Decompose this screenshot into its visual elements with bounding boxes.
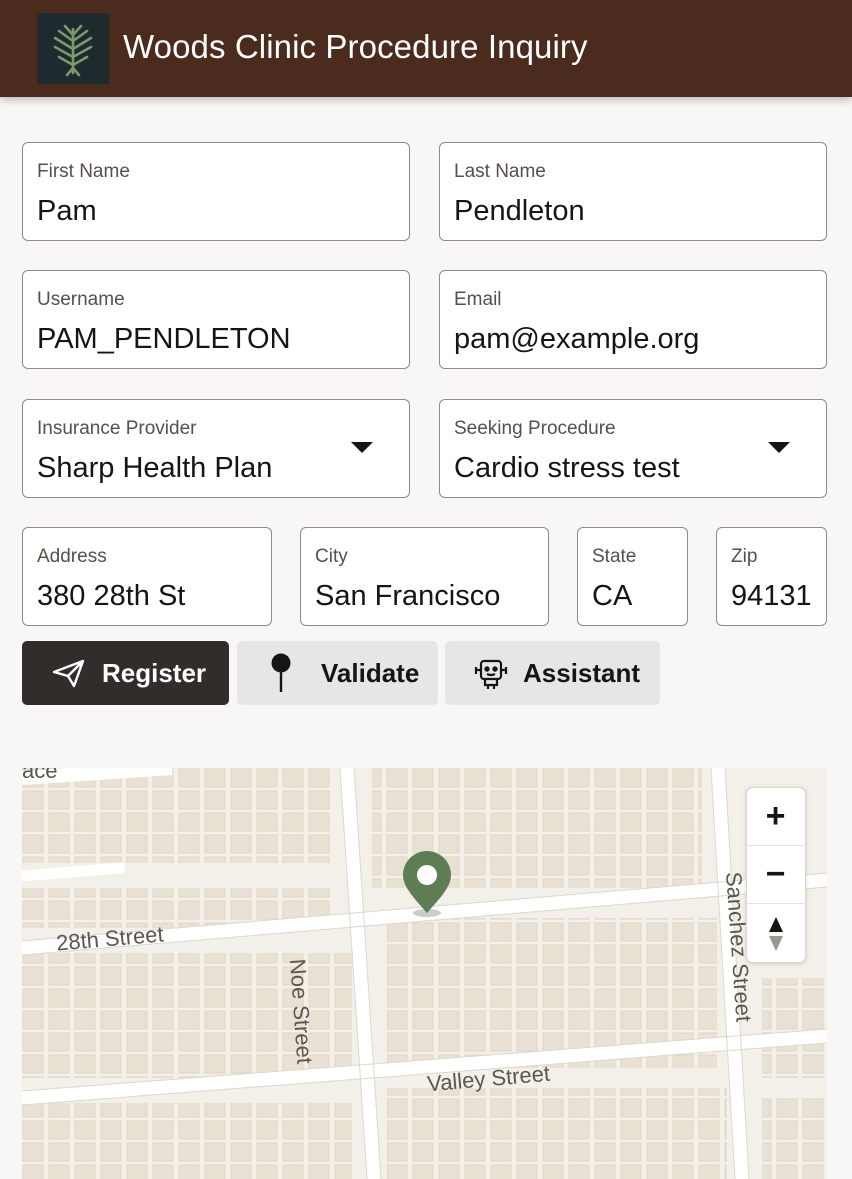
assistant-label: Assistant xyxy=(523,657,641,688)
city-field[interactable]: City San Francisco xyxy=(300,527,549,626)
app-header: Woods Clinic Procedure Inquiry xyxy=(0,0,852,97)
insurance-provider-select[interactable]: Insurance Provider Sharp Health Plan xyxy=(22,399,410,498)
robot-icon xyxy=(473,655,509,691)
compass-icon[interactable] xyxy=(747,905,804,963)
last-name-field[interactable]: Last Name Pendleton xyxy=(439,142,827,241)
register-button[interactable]: Register xyxy=(22,641,229,705)
username-label: Username xyxy=(37,289,125,310)
zoom-out-button[interactable]: − xyxy=(747,846,804,904)
first-name-label: First Name xyxy=(37,161,130,182)
send-icon xyxy=(52,658,86,688)
seeking-procedure-value: Cardio stress test xyxy=(454,452,680,484)
page-title: Woods Clinic Procedure Inquiry xyxy=(123,28,588,65)
state-value[interactable]: CA xyxy=(592,580,632,613)
zip-field[interactable]: Zip 94131 xyxy=(716,527,827,626)
map-pin-icon xyxy=(271,653,291,693)
address-label: Address xyxy=(37,546,107,567)
email-field[interactable]: Email pam@example.org xyxy=(439,270,827,369)
last-name-value[interactable]: Pendleton xyxy=(454,195,585,228)
insurance-provider-label: Insurance Provider xyxy=(37,418,197,439)
zip-label: Zip xyxy=(731,546,758,567)
map-canvas xyxy=(22,768,827,1179)
first-name-value[interactable]: Pam xyxy=(37,195,97,228)
tree-logo-icon xyxy=(37,13,109,84)
chevron-down-icon[interactable] xyxy=(351,442,373,453)
register-label: Register xyxy=(102,657,207,688)
zoom-in-button[interactable]: + xyxy=(747,788,804,846)
city-value[interactable]: San Francisco xyxy=(315,580,500,613)
state-label: State xyxy=(592,546,637,567)
first-name-field[interactable]: First Name Pam xyxy=(22,142,410,241)
city-label: City xyxy=(315,546,348,567)
validate-button[interactable]: Validate xyxy=(237,641,438,705)
username-value[interactable]: PAM_PENDLETON xyxy=(37,323,291,356)
state-field[interactable]: State CA xyxy=(577,527,688,626)
address-field[interactable]: Address 380 28th St xyxy=(22,527,272,626)
map-controls: + − xyxy=(746,787,806,963)
email-label: Email xyxy=(454,289,502,310)
last-name-label: Last Name xyxy=(454,161,546,182)
seeking-procedure-label: Seeking Procedure xyxy=(454,418,616,439)
zip-value[interactable]: 94131 xyxy=(731,580,812,613)
insurance-provider-value: Sharp Health Plan xyxy=(37,452,273,484)
email-value[interactable]: pam@example.org xyxy=(454,323,699,356)
username-field[interactable]: Username PAM_PENDLETON xyxy=(22,270,410,369)
seeking-procedure-select[interactable]: Seeking Procedure Cardio stress test xyxy=(439,399,827,498)
chevron-down-icon[interactable] xyxy=(768,442,790,453)
map-view[interactable]: ace 28th Street Noe Street Sanchez Stree… xyxy=(22,768,827,1179)
validate-label: Validate xyxy=(321,657,420,688)
street-label-partial: ace xyxy=(22,768,58,783)
address-value[interactable]: 380 28th St xyxy=(37,580,185,613)
assistant-button[interactable]: Assistant xyxy=(445,641,660,705)
